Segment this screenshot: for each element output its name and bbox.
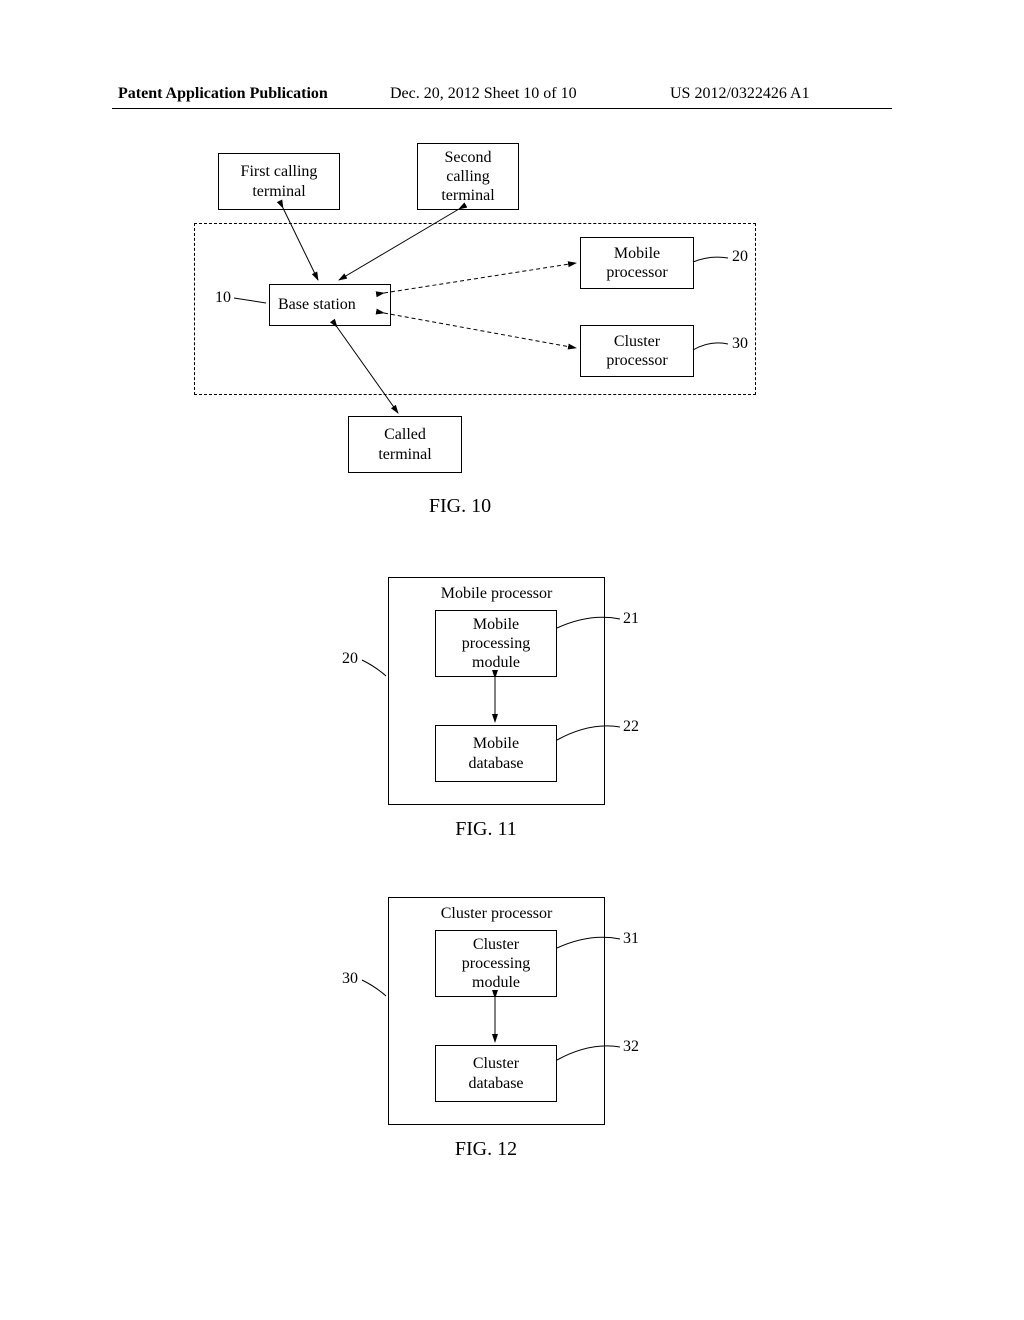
fig12-connectors xyxy=(0,0,1024,1170)
fig12-caption: FIG. 12 xyxy=(426,1138,546,1161)
